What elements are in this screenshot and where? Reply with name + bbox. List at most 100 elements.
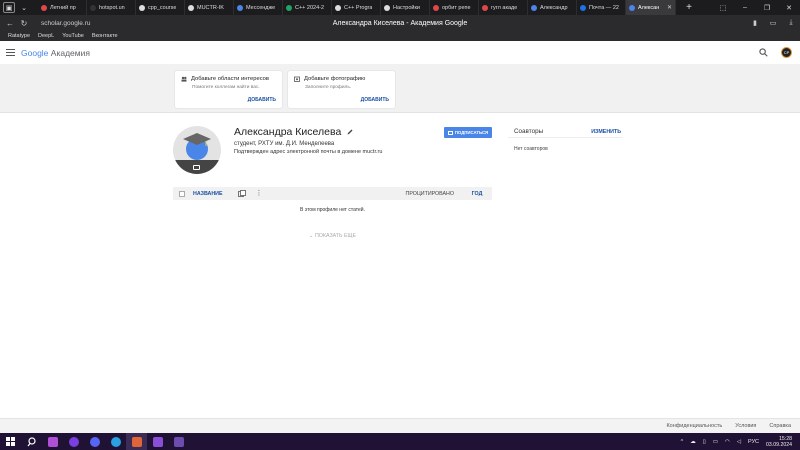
add-interests-card: Добавьте области интересов Помогите колл… bbox=[175, 71, 282, 108]
close-window-button[interactable]: ✕ bbox=[778, 4, 800, 12]
tab-label: орбит репе bbox=[442, 4, 471, 11]
coauthors-empty: Нет соавторов bbox=[514, 146, 548, 152]
language-indicator[interactable]: РУС bbox=[748, 439, 759, 445]
tab-favicon-icon bbox=[384, 4, 390, 11]
volume-icon[interactable]: ◁ bbox=[737, 439, 741, 445]
windows-taskbar: ^ ☁ ▯ ▭ ◠ ◁ РУС 15:28 03.09.2024 bbox=[0, 433, 800, 450]
tabs-dropdown-icon[interactable]: ⌄ bbox=[18, 2, 30, 13]
browser-menu-icon[interactable]: ▣ bbox=[3, 2, 15, 13]
sort-by-cited[interactable]: ПРОЦИТИРОВАНО bbox=[406, 191, 454, 197]
media-app-icon[interactable] bbox=[126, 433, 147, 450]
bookmark-deepl[interactable]: DeepL bbox=[38, 33, 54, 39]
tab-favicon-icon bbox=[139, 4, 145, 11]
clock-date: 03.09.2024 bbox=[766, 441, 792, 448]
clock[interactable]: 15:28 03.09.2024 bbox=[766, 436, 792, 448]
browser-tab[interactable]: C++ 2024-2 bbox=[283, 0, 332, 15]
tab-label: C++ Progra bbox=[344, 4, 373, 11]
footer-terms[interactable]: Условия bbox=[735, 423, 756, 429]
show-more-label: ПОКАЗАТЬ ЕЩЕ bbox=[314, 233, 356, 239]
more-options-icon[interactable]: ⋮ bbox=[256, 190, 263, 197]
terminal-icon[interactable] bbox=[168, 433, 189, 450]
add-interests-subtitle: Помогите коллегам найти вас. bbox=[192, 85, 260, 90]
footer-help[interactable]: Справка bbox=[769, 423, 791, 429]
browser-tab[interactable]: Мессендже bbox=[234, 0, 283, 15]
cloud-icon[interactable]: ☁ bbox=[690, 439, 696, 445]
browser-tab[interactable]: Александр bbox=[528, 0, 577, 15]
follow-button[interactable]: ПОДПИСАТЬСЯ bbox=[444, 127, 492, 138]
search-icon[interactable] bbox=[759, 48, 768, 57]
coauthors-title: Соавторы bbox=[514, 128, 544, 135]
visual-studio-icon[interactable] bbox=[147, 433, 168, 450]
follow-label: ПОДПИСАТЬСЯ bbox=[454, 130, 489, 135]
minimize-button[interactable]: – bbox=[734, 4, 756, 11]
bookmark-youtube[interactable]: YouTube bbox=[62, 33, 84, 39]
back-button[interactable]: ← bbox=[3, 19, 17, 28]
browser-tab-strip: ▣ ⌄ Летний пр hotspot.un cpp_course MUCTR-I… bbox=[0, 0, 800, 15]
tab-favicon-icon bbox=[531, 4, 537, 11]
select-all-checkbox[interactable] bbox=[179, 190, 185, 197]
browser-tab[interactable]: орбит репе bbox=[430, 0, 479, 15]
phone-icon[interactable]: ▯ bbox=[703, 439, 706, 445]
maximize-button[interactable]: ❐ bbox=[756, 4, 778, 12]
camera-icon bbox=[193, 165, 200, 170]
tab-label: Настройки bbox=[393, 4, 420, 11]
browser-tab[interactable]: hotspot.un bbox=[87, 0, 136, 15]
browser-tab[interactable]: cpp_course bbox=[136, 0, 185, 15]
downloads-icon[interactable]: ⬚ bbox=[712, 4, 734, 12]
bookmark-icon[interactable]: ▮ bbox=[746, 19, 764, 27]
tab-favicon-icon bbox=[433, 4, 439, 11]
profile-completion-banner: Добавьте области интересов Помогите колл… bbox=[0, 64, 800, 113]
merge-icon[interactable] bbox=[237, 190, 246, 197]
browser-tab[interactable]: Почта — 22 bbox=[577, 0, 626, 15]
reload-button[interactable]: ↻ bbox=[17, 19, 31, 28]
show-more-button[interactable]: ⌄ ПОКАЗАТЬ ЕЩЕ bbox=[173, 233, 492, 239]
close-tab-icon[interactable]: ✕ bbox=[665, 4, 672, 11]
scholar-logo[interactable]: Google Академия bbox=[21, 48, 90, 58]
tab-favicon-icon bbox=[482, 4, 488, 11]
browser-tab[interactable]: гугл акаде bbox=[479, 0, 528, 15]
sort-by-year[interactable]: ГОД bbox=[462, 191, 492, 197]
browser-tab[interactable]: MUCTR-IK bbox=[185, 0, 234, 15]
coauthors-edit-button[interactable]: ИЗМЕНИТЬ bbox=[591, 129, 621, 135]
browser-tab[interactable]: Настройки bbox=[381, 0, 430, 15]
menu-icon[interactable] bbox=[6, 49, 15, 56]
tab-favicon-icon bbox=[580, 4, 586, 11]
new-tab-button[interactable]: + bbox=[682, 2, 696, 13]
coauthors-panel: Соавторы ИЗМЕНИТЬ Нет соавторов bbox=[508, 126, 623, 152]
browser-taskbar-icon[interactable] bbox=[63, 433, 84, 450]
extensions-icon[interactable]: ▭ bbox=[764, 19, 782, 27]
profile-verified-email: Подтвержден адрес электронной почты в до… bbox=[234, 149, 383, 155]
tab-favicon-icon bbox=[335, 4, 341, 11]
logo-google: Google bbox=[21, 47, 49, 58]
url-field[interactable]: scholar.google.ru bbox=[41, 20, 91, 27]
scholar-header: Google Академия CP bbox=[0, 41, 800, 64]
account-avatar[interactable]: CP bbox=[781, 47, 792, 58]
discord-icon[interactable] bbox=[84, 433, 105, 450]
add-photo-title: Добавьте фотографию bbox=[304, 76, 366, 82]
profile-photo[interactable] bbox=[173, 126, 221, 174]
add-interests-title: Добавьте области интересов bbox=[191, 76, 269, 82]
add-interests-button[interactable]: ДОБАВИТЬ bbox=[248, 97, 276, 103]
tab-label: MUCTR-IK bbox=[197, 4, 224, 11]
bookmark-vkontakte[interactable]: Вконтакте bbox=[92, 33, 118, 39]
add-photo-button[interactable]: ДОБАВИТЬ bbox=[361, 97, 389, 103]
bookmark-ratatype[interactable]: Ratatype bbox=[8, 33, 30, 39]
sort-by-title[interactable]: НАЗВАНИЕ bbox=[193, 191, 223, 197]
telegram-icon[interactable] bbox=[105, 433, 126, 450]
edit-pencil-icon[interactable] bbox=[347, 129, 353, 135]
file-explorer-icon[interactable] bbox=[42, 433, 63, 450]
wifi-icon[interactable]: ◠ bbox=[725, 439, 730, 445]
people-icon bbox=[181, 76, 187, 82]
start-button[interactable] bbox=[0, 433, 21, 450]
articles-table-header: НАЗВАНИЕ ⋮ ПРОЦИТИРОВАНО ГОД bbox=[173, 187, 492, 200]
browser-tab[interactable]: C++ Progra bbox=[332, 0, 381, 15]
tab-label: Александр bbox=[540, 4, 568, 11]
browser-tab[interactable]: Летний пр bbox=[38, 0, 87, 15]
browser-tab[interactable]: Алексан ✕ bbox=[626, 0, 676, 15]
search-taskbar-icon[interactable] bbox=[21, 433, 42, 450]
battery-icon[interactable]: ▭ bbox=[713, 439, 718, 445]
download-icon[interactable]: ⤓ bbox=[782, 19, 800, 27]
tray-chevron-icon[interactable]: ^ bbox=[681, 439, 684, 445]
footer-privacy[interactable]: Конфиденциальность bbox=[666, 423, 722, 429]
profile-affiliation: студент, РХТУ им. Д.И. Менделеева bbox=[234, 141, 335, 147]
